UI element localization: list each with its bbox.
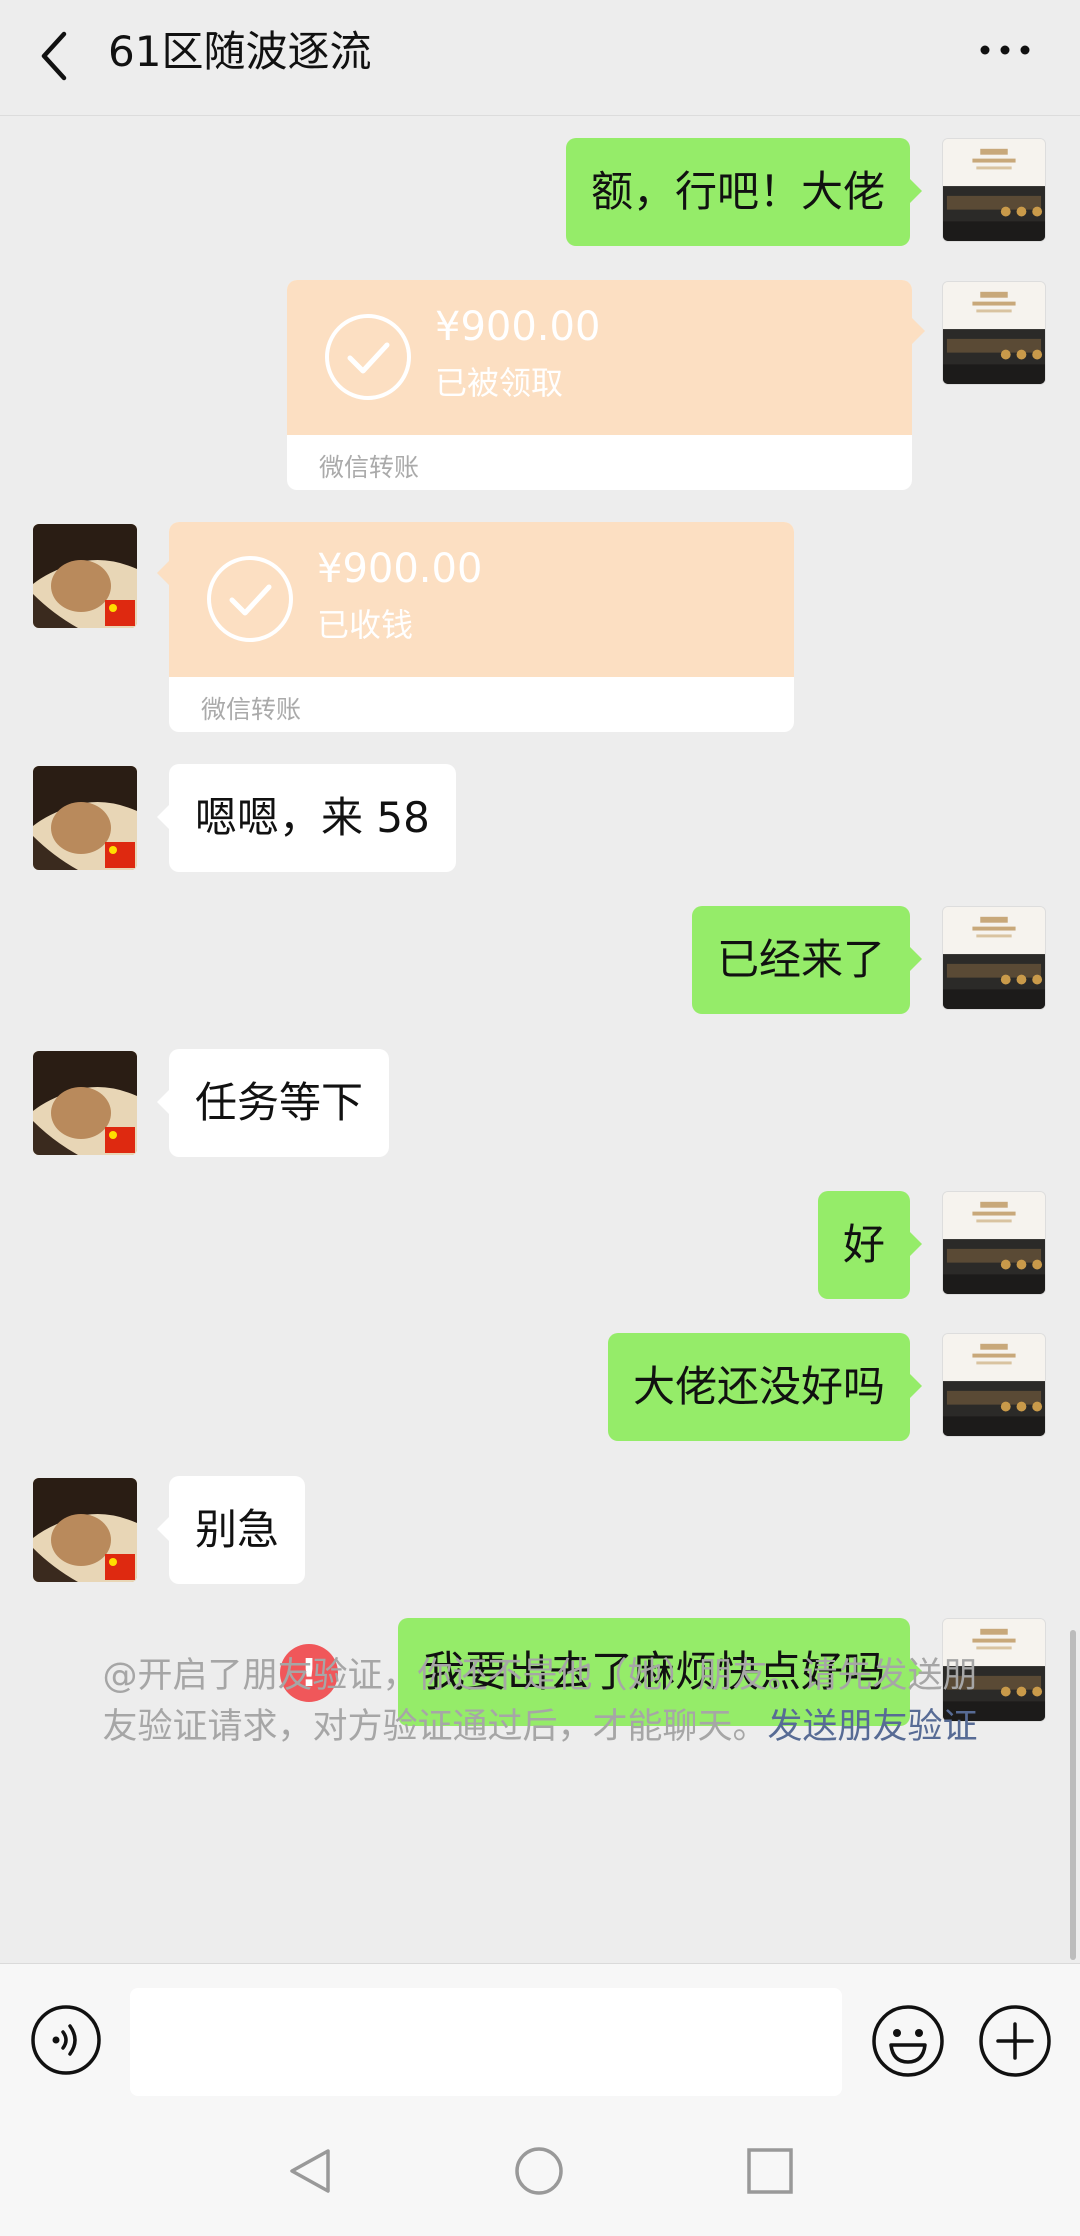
more-dots-icon[interactable] bbox=[975, 30, 1035, 70]
message-input[interactable] bbox=[130, 1988, 842, 2096]
transfer-label: 微信转账 bbox=[319, 453, 420, 482]
message-bubble-received[interactable]: 嗯嗯，来 58 bbox=[157, 764, 456, 872]
self-avatar[interactable] bbox=[942, 1191, 1046, 1295]
bubble-tail bbox=[912, 318, 925, 344]
bubble-tail bbox=[157, 560, 170, 586]
self-avatar[interactable] bbox=[942, 281, 1046, 385]
self-avatar[interactable] bbox=[942, 138, 1046, 242]
transfer-status: 已收钱 bbox=[317, 606, 414, 644]
circle-home-icon[interactable] bbox=[513, 2145, 565, 2197]
transfer-amount: ¥900.00 bbox=[435, 304, 601, 350]
input-bar bbox=[0, 1963, 1080, 2104]
friend-verification-notice: @开启了朋友验证，你还不是他（她）朋友。请先发送朋友验证请求，对方验证通过后，才… bbox=[90, 1651, 990, 1753]
send-verification-link[interactable]: 发送朋友验证 bbox=[768, 1707, 978, 1747]
transfer-status: 已被领取 bbox=[435, 364, 564, 402]
transfer-card-sent[interactable]: ¥900.00 已被领取 微信转账 bbox=[287, 280, 912, 490]
message-bubble-sent[interactable]: 大佬还没好吗 bbox=[607, 1333, 923, 1441]
chat-header: 61区随波逐流 bbox=[0, 0, 1080, 116]
check-circle-icon bbox=[206, 555, 294, 643]
self-avatar[interactable] bbox=[942, 906, 1046, 1010]
voice-icon[interactable] bbox=[30, 2004, 102, 2076]
contact-avatar[interactable] bbox=[33, 1478, 137, 1582]
contact-avatar[interactable] bbox=[33, 766, 137, 870]
message-bubble-sent[interactable]: 好 bbox=[817, 1191, 923, 1299]
message-bubble-sent[interactable]: 额，行吧！大佬 bbox=[565, 138, 923, 246]
transfer-label: 微信转账 bbox=[201, 695, 302, 724]
scrollbar[interactable] bbox=[1070, 1630, 1076, 1960]
check-circle-icon bbox=[324, 313, 412, 401]
transfer-card-received[interactable]: ¥900.00 已收钱 微信转账 bbox=[169, 522, 794, 732]
back-arrow-icon[interactable] bbox=[34, 26, 74, 86]
square-recent-icon[interactable] bbox=[744, 2145, 796, 2197]
message-bubble-received[interactable]: 任务等下 bbox=[156, 1049, 390, 1157]
transfer-amount: ¥900.00 bbox=[317, 546, 483, 592]
emoji-icon[interactable] bbox=[871, 2004, 945, 2078]
message-bubble-received[interactable]: 别急 bbox=[156, 1476, 306, 1584]
self-avatar[interactable] bbox=[942, 1333, 1046, 1437]
triangle-back-icon[interactable] bbox=[284, 2145, 336, 2197]
chat-title: 61区随波逐流 bbox=[108, 27, 372, 76]
contact-avatar[interactable] bbox=[33, 524, 137, 628]
contact-avatar[interactable] bbox=[33, 1051, 137, 1155]
system-nav-bar bbox=[0, 2103, 1080, 2236]
plus-icon[interactable] bbox=[978, 2004, 1052, 2078]
message-bubble-sent[interactable]: 已经来了 bbox=[691, 906, 923, 1014]
